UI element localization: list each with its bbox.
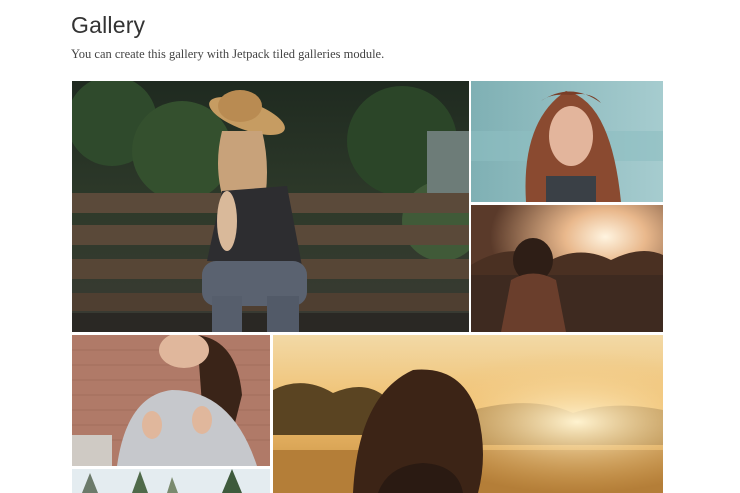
gallery-image-woman-grey-sweater[interactable] [72,335,270,466]
page-title: Gallery [71,12,146,38]
photo-trees [72,469,270,493]
gallery-image-woman-golden-field[interactable] [273,335,663,493]
gallery-image-trees[interactable] [72,469,270,493]
photo-person-sunset [471,205,663,332]
gallery-image-person-sunset[interactable] [471,205,663,332]
page-description: You can create this gallery with Jetpack… [71,47,385,61]
photo-woman-golden-field [273,335,663,493]
gallery-image-woman-red-hair[interactable] [471,81,663,202]
photo-woman-red-hair [471,81,663,202]
photo-woman-straw-hat [72,81,469,332]
photo-woman-grey-sweater [72,335,270,466]
gallery-image-woman-straw-hat[interactable] [72,81,469,332]
